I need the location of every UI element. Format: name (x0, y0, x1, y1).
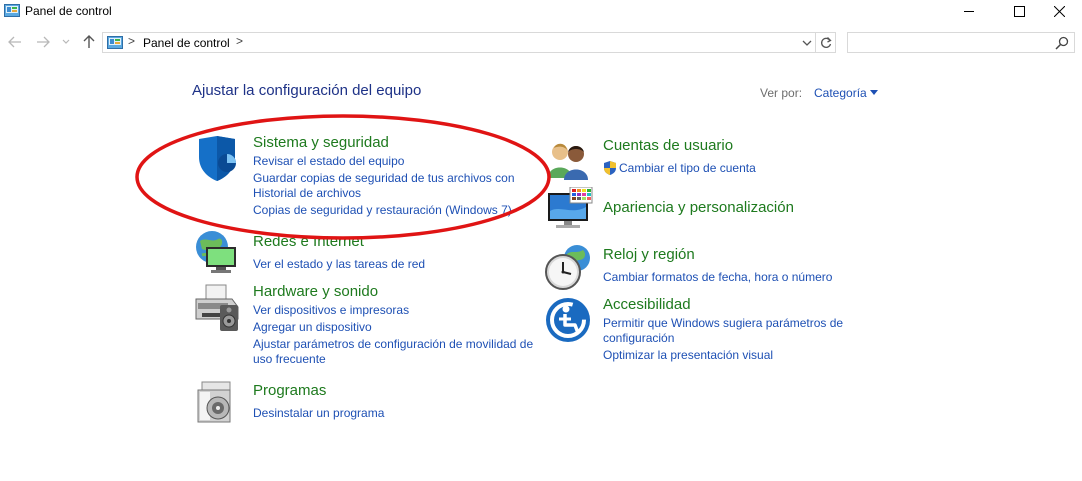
link-backup-restore-win7[interactable]: Copias de seguridad y restauración (Wind… (253, 202, 512, 218)
link-view-network-status[interactable]: Ver el estado y las tareas de red (253, 256, 425, 272)
category-accessibility[interactable]: Accesibilidad (603, 296, 691, 313)
title-bar: Panel de control (0, 0, 1082, 22)
category-system-security[interactable]: Sistema y seguridad (253, 134, 389, 151)
search-icon[interactable] (1054, 35, 1070, 51)
address-bar[interactable]: > Panel de control > (102, 32, 816, 53)
refresh-button[interactable] (816, 32, 836, 53)
uac-shield-icon (604, 161, 616, 175)
category-clock-region[interactable]: Reloj y región (603, 246, 695, 263)
link-mobility-settings-cont[interactable]: uso frecuente (253, 351, 326, 367)
link-change-date-formats[interactable]: Cambiar formatos de fecha, hora o número (603, 269, 832, 285)
up-button[interactable] (80, 33, 98, 51)
link-optimize-visual-display[interactable]: Optimizar la presentación visual (603, 347, 773, 363)
chevron-down-icon[interactable] (800, 35, 814, 50)
shield-icon[interactable] (193, 135, 241, 183)
control-panel-icon (107, 36, 123, 49)
link-file-history-backup[interactable]: Guardar copias de seguridad de tus archi… (253, 170, 515, 186)
link-mobility-settings[interactable]: Ajustar parámetros de configuración de m… (253, 336, 533, 352)
breadcrumb-separator[interactable]: > (236, 34, 243, 48)
category-appearance-personalization[interactable]: Apariencia y personalización (603, 199, 794, 216)
up-arrow-icon (83, 35, 95, 48)
category-hardware-sound[interactable]: Hardware y sonido (253, 283, 378, 300)
control-panel-icon (4, 4, 20, 17)
chevron-down-icon[interactable] (870, 90, 878, 95)
programs-disc-icon[interactable] (196, 380, 240, 424)
close-button[interactable] (1036, 0, 1082, 22)
link-add-device[interactable]: Agregar un dispositivo (253, 319, 372, 335)
clock-globe-icon[interactable] (543, 244, 593, 292)
forward-arrow-icon (37, 36, 50, 48)
recent-dropdown-icon (62, 39, 70, 44)
users-icon[interactable] (546, 140, 592, 180)
annotation-oval (135, 114, 551, 240)
breadcrumb-separator[interactable]: > (128, 34, 135, 48)
view-by-label: Ver por: (760, 86, 803, 100)
page-title: Ajustar la configuración del equipo (192, 82, 422, 99)
category-network-internet[interactable]: Redes e Internet (253, 233, 364, 250)
link-change-account-type[interactable]: Cambiar el tipo de cuenta (619, 160, 756, 176)
category-user-accounts[interactable]: Cuentas de usuario (603, 137, 733, 154)
link-let-windows-suggest-cont[interactable]: configuración (603, 330, 674, 346)
minimize-icon (963, 10, 974, 12)
link-let-windows-suggest[interactable]: Permitir que Windows sugiera parámetros … (603, 315, 843, 331)
refresh-icon (820, 36, 832, 48)
forward-button[interactable] (34, 33, 52, 51)
monitor-palette-icon[interactable] (546, 187, 594, 233)
accessibility-icon[interactable] (545, 297, 591, 343)
search-box[interactable] (847, 32, 1075, 53)
minimize-button[interactable] (946, 0, 992, 22)
category-programs[interactable]: Programas (253, 382, 326, 399)
maximize-icon (1013, 5, 1025, 17)
close-icon (1053, 5, 1065, 17)
breadcrumb-control-panel[interactable]: Panel de control (143, 36, 230, 50)
printer-icon[interactable] (192, 283, 242, 333)
back-button[interactable] (6, 33, 24, 51)
link-review-computer-status[interactable]: Revisar el estado del equipo (253, 153, 404, 169)
link-devices-printers[interactable]: Ver dispositivos e impresoras (253, 302, 409, 318)
window-title: Panel de control (25, 4, 112, 18)
link-file-history-backup-cont[interactable]: Historial de archivos (253, 185, 361, 201)
link-uninstall-program[interactable]: Desinstalar un programa (253, 405, 384, 421)
recent-locations-button[interactable] (60, 33, 72, 51)
network-globe-icon[interactable] (192, 229, 242, 277)
navigation-bar: > Panel de control > (0, 30, 1082, 56)
view-by-dropdown[interactable]: Categoría (814, 86, 867, 100)
search-input[interactable] (852, 35, 1047, 50)
back-arrow-icon (8, 36, 21, 48)
